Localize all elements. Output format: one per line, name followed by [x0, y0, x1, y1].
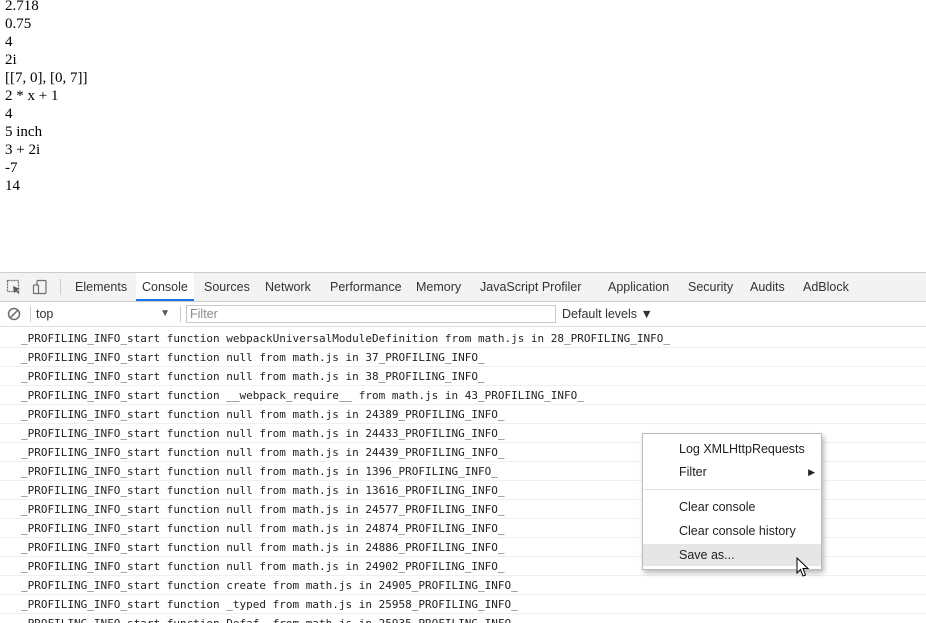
mouse-cursor-icon — [796, 557, 810, 577]
tab-security[interactable]: Security — [688, 273, 733, 301]
output-line: 2i — [5, 52, 17, 68]
console-message: _PROFILING_INFO_start function null from… — [0, 348, 926, 367]
submenu-arrow-icon: ▶ — [808, 467, 815, 477]
tab-console[interactable]: Console — [136, 273, 194, 301]
tab-performance[interactable]: Performance — [330, 273, 402, 301]
tab-elements[interactable]: Elements — [75, 273, 127, 301]
tab-memory[interactable]: Memory — [416, 273, 461, 301]
output-line: -7 — [5, 160, 18, 176]
menu-item-label: Clear console history — [679, 524, 796, 538]
console-message: _PROFILING_INFO_start function __webpack… — [0, 386, 926, 405]
console-message: _PROFILING_INFO_start function null from… — [0, 405, 926, 424]
output-line: 3 + 2i — [5, 142, 41, 158]
menu-item-label: Log XMLHttpRequests — [679, 442, 805, 456]
toolbar-divider — [180, 306, 181, 322]
console-context-menu: Log XMLHttpRequests Filter ▶ Clear conso… — [642, 433, 822, 570]
tab-application[interactable]: Application — [608, 273, 669, 301]
inspect-element-icon[interactable] — [6, 279, 22, 295]
output-line: 2 * x + 1 — [5, 88, 59, 104]
context-selector[interactable]: top ▼ — [36, 305, 174, 323]
device-toolbar-icon[interactable] — [32, 279, 48, 295]
menu-item-label: Clear console — [679, 500, 756, 514]
menu-item-log-xmlhttprequests[interactable]: Log XMLHttpRequests — [643, 438, 821, 460]
menu-item-save-as[interactable]: Save as... — [643, 544, 821, 566]
menu-item-label: Save as... — [679, 548, 735, 562]
output-line: 5 inch — [5, 124, 43, 140]
page-output: 2.718 0.75 4 2i [[7, 0], [0, 7]] 2 * x +… — [5, 0, 87, 195]
filter-input[interactable] — [186, 305, 556, 323]
menu-divider — [644, 489, 820, 490]
output-line: 2.718 — [5, 0, 39, 14]
console-message: _PROFILING_INFO_start function create fr… — [0, 576, 926, 595]
tab-javascript-profiler[interactable]: JavaScript Profiler — [480, 273, 581, 301]
tab-sources[interactable]: Sources — [204, 273, 250, 301]
menu-item-label: Filter — [679, 465, 707, 479]
output-line: 0.75 — [5, 16, 32, 32]
console-toolbar: top ▼ Default levels ▼ — [0, 302, 926, 327]
menu-item-clear-console-history[interactable]: Clear console history — [643, 520, 821, 542]
context-selector-value: top — [36, 307, 54, 321]
output-line: [[7, 0], [0, 7]] — [5, 70, 88, 86]
console-message: _PROFILING_INFO_start function null from… — [0, 367, 926, 386]
tab-audits[interactable]: Audits — [750, 273, 785, 301]
clear-console-icon[interactable] — [6, 306, 22, 322]
console-message: _PROFILING_INFO_start function _typed fr… — [0, 595, 926, 614]
tab-network[interactable]: Network — [265, 273, 311, 301]
tabbar-divider — [60, 279, 61, 295]
output-line: 4 — [5, 106, 13, 122]
console-message: _PROFILING_INFO_start function webpackUn… — [0, 329, 926, 348]
output-line: 14 — [5, 178, 20, 194]
toolbar-divider — [30, 306, 31, 322]
menu-item-filter[interactable]: Filter ▶ — [643, 461, 821, 483]
output-line: 4 — [5, 34, 13, 50]
devtools-tabbar: Elements Console Sources Network Perform… — [0, 273, 926, 302]
tab-adblock[interactable]: AdBlock — [803, 273, 849, 301]
menu-item-clear-console[interactable]: Clear console — [643, 496, 821, 518]
chevron-down-icon: ▼ — [160, 308, 170, 319]
log-levels-dropdown[interactable]: Default levels ▼ — [562, 305, 653, 323]
